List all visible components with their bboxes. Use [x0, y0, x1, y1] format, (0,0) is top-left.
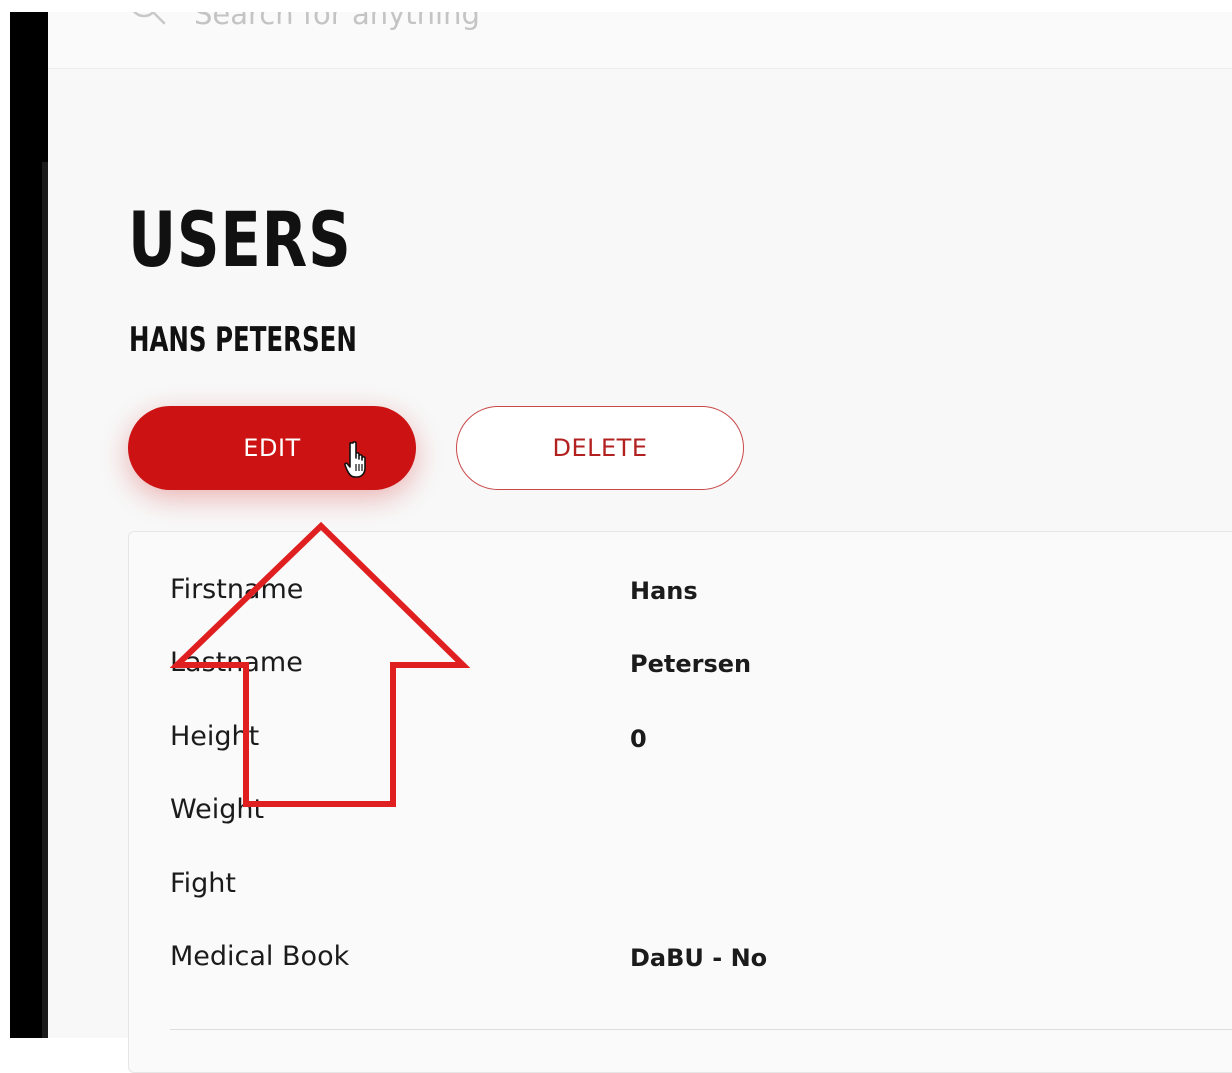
detail-value-medical-book: DaBU - No: [630, 944, 768, 972]
detail-value-lastname: Petersen: [630, 650, 752, 678]
hand-cursor-icon: [344, 441, 366, 478]
detail-value-height: 0: [630, 725, 647, 753]
detail-label-height: Height: [170, 721, 260, 752]
details-divider: [170, 1029, 1232, 1030]
detail-label-medical-book: Medical Book: [170, 941, 350, 972]
page-title: USERS: [128, 195, 352, 284]
user-name-heading: HANS PETERSEN: [129, 320, 357, 360]
sidebar: [10, 12, 48, 1038]
delete-button-label: DELETE: [552, 434, 648, 462]
detail-label-firstname: Firstname: [170, 574, 304, 605]
detail-value-firstname: Hans: [630, 577, 698, 605]
detail-label-lastname: Lastname: [170, 647, 303, 678]
window-top-edge: [0, 0, 1232, 12]
detail-label-weight: Weight: [170, 794, 265, 825]
detail-label-fight: Fight: [170, 868, 236, 899]
edit-button-label: EDIT: [243, 434, 301, 462]
user-details-card: Firstname Hans Lastname Petersen Height …: [128, 531, 1232, 1073]
delete-button[interactable]: DELETE: [456, 406, 744, 490]
main-content: USERS HANS PETERSEN EDIT DELETE Firstnam…: [48, 0, 1232, 1073]
window-left-edge: [0, 0, 10, 1038]
